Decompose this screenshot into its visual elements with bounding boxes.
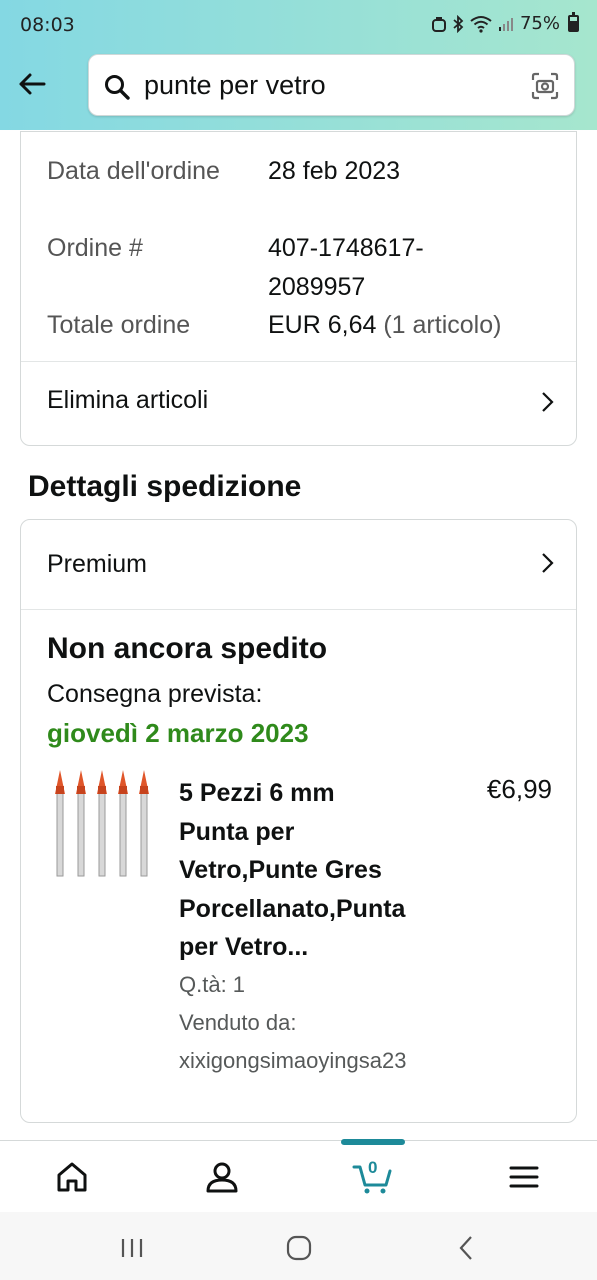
- order-number-label: Ordine #: [47, 234, 143, 262]
- order-date-label: Data dell'ordine: [47, 157, 220, 185]
- order-total-amount: EUR 6,64: [268, 311, 377, 339]
- account-icon[interactable]: [204, 1159, 240, 1195]
- home-icon[interactable]: [54, 1159, 90, 1195]
- wifi-icon: [470, 15, 492, 33]
- bottom-nav: 0: [0, 1139, 597, 1212]
- product-title-line: Porcellanato,Punta: [179, 894, 406, 923]
- divider: [21, 609, 576, 610]
- delete-items-link[interactable]: Elimina articoli: [21, 362, 576, 446]
- product-quantity: Q.tà: 1: [179, 972, 246, 997]
- shipping-card: Premium Non ancora spedito Consegna prev…: [20, 519, 577, 1123]
- product-title-line: 5 Pezzi 6 mm: [179, 779, 335, 807]
- order-total-value: EUR 6,64 (1 articolo): [268, 306, 501, 345]
- signal-icon: [498, 17, 513, 31]
- cart-active-indicator: [341, 1139, 405, 1145]
- chevron-right-icon: [542, 392, 554, 412]
- back-arrow-icon[interactable]: [14, 66, 50, 102]
- camera-icon[interactable]: [530, 71, 560, 101]
- order-number-value-line2: 2089957: [268, 273, 366, 301]
- order-summary-card: Data dell'ordine 28 feb 2023 Ordine # 40…: [20, 131, 577, 446]
- seller-name[interactable]: xixigongsimaoyingsa23: [179, 1042, 406, 1080]
- product-image[interactable]: [47, 770, 157, 882]
- delivery-label: Consegna prevista:: [47, 680, 263, 708]
- back-button-icon[interactable]: [453, 1234, 481, 1262]
- system-nav-bar: [0, 1212, 597, 1280]
- delete-items-label: Elimina articoli: [47, 386, 209, 414]
- alarm-icon: [431, 16, 446, 32]
- order-date-value: 28 feb 2023: [268, 157, 401, 185]
- product-price: €6,99: [486, 774, 552, 804]
- shipping-type-link[interactable]: Premium: [21, 520, 576, 609]
- order-total-items: (1 articolo): [383, 311, 502, 339]
- sold-by-label: Venduto da:: [179, 1010, 297, 1035]
- shipment-status: Non ancora spedito: [47, 632, 328, 665]
- search-icon[interactable]: [103, 73, 131, 101]
- delivery-date: giovedì 2 marzo 2023: [47, 718, 309, 748]
- battery-icon: [568, 12, 579, 32]
- status-bar: 08:03 75%: [0, 0, 597, 52]
- product-title[interactable]: 5 Pezzi 6 mm Punta per Vetro,Punte Gres …: [179, 774, 449, 967]
- status-icons: 75%: [431, 12, 579, 34]
- chevron-right-icon: [542, 553, 554, 573]
- product-title-line: Punta per: [179, 817, 295, 846]
- home-button-icon[interactable]: [285, 1234, 313, 1262]
- search-bar[interactable]: punte per vetro: [88, 54, 575, 116]
- shipping-section-title: Dettagli spedizione: [28, 470, 302, 503]
- product-title-line: per Vetro...: [179, 933, 309, 961]
- menu-icon[interactable]: [506, 1159, 542, 1195]
- cart-count: 0: [368, 1158, 378, 1177]
- battery-percent: 75%: [519, 13, 560, 34]
- bluetooth-icon: [453, 14, 464, 33]
- search-input[interactable]: punte per vetro: [144, 70, 326, 101]
- product-title-line: Vetro,Punte Gres: [179, 856, 382, 884]
- order-number-value-line1: 407-1748617-: [268, 234, 424, 262]
- recent-apps-icon[interactable]: [118, 1234, 146, 1262]
- shipping-type-label: Premium: [47, 550, 148, 578]
- order-total-label: Totale ordine: [47, 311, 191, 339]
- status-time: 08:03: [20, 14, 75, 36]
